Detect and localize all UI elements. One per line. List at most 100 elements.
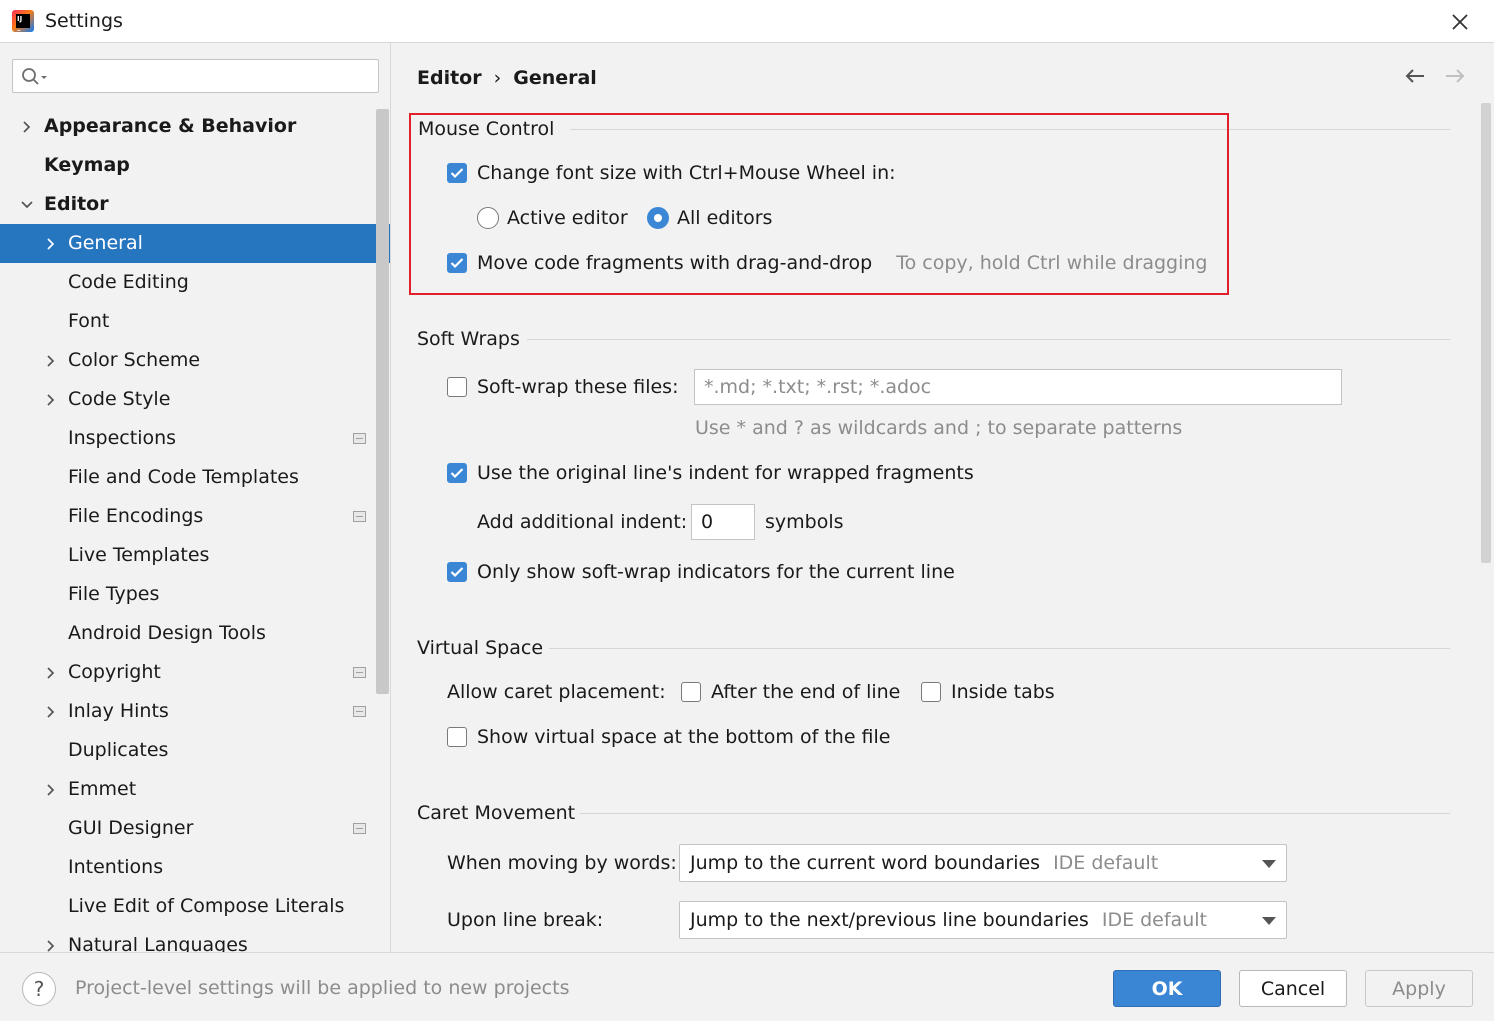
sidebar-item-label: Inlay Hints [68,700,169,722]
search-input[interactable] [12,59,379,93]
cancel-button[interactable]: Cancel [1239,970,1347,1007]
sidebar-item-label: Code Style [68,388,171,410]
wildcards-hint: Use * and ? as wildcards and ; to separa… [695,417,1183,439]
sidebar-item-code-style[interactable]: Code Style [0,380,390,419]
chevron-right-icon[interactable] [44,666,58,680]
sidebar-item-font[interactable]: Font [0,302,390,341]
sidebar-item-code-editing[interactable]: Code Editing [0,263,390,302]
settings-window: IJ _ Settings Appearance & Behavior Keymap… [0,0,1494,1021]
chevron-down-icon [1262,917,1276,925]
sidebar-item-natural-languages[interactable]: Natural Languages [0,926,390,952]
apply-button[interactable]: Apply [1365,970,1473,1007]
sidebar-item-keymap[interactable]: Keymap [0,146,390,185]
original-indent-label: Use the original line's indent for wrapp… [477,462,974,484]
chevron-right-icon[interactable] [44,783,58,797]
section-caret-movement: Caret Movement [417,802,576,824]
soft-wrap-indicators-checkbox[interactable] [447,562,467,582]
highlight-box [409,113,1229,295]
soft-wrap-indicators-option[interactable]: Only show soft-wrap indicators for the c… [447,561,955,583]
breadcrumb-parent[interactable]: Editor [417,67,482,89]
sidebar-item-intentions[interactable]: Intentions [0,848,390,887]
chevron-right-icon[interactable] [44,705,58,719]
moving-by-words-hint: IDE default [1053,852,1159,874]
line-break-value: Jump to the next/previous line boundarie… [690,909,1089,931]
chevron-right-icon[interactable] [44,237,58,251]
chevron-right-icon[interactable] [44,354,58,368]
project-scope-icon [353,823,366,834]
sidebar-item-general[interactable]: General [0,224,390,263]
help-button[interactable]: ? [22,972,56,1006]
inside-tabs-option[interactable]: Inside tabs [921,681,1055,703]
sidebar-item-inlay-hints[interactable]: Inlay Hints [0,692,390,731]
sidebar-item-duplicates[interactable]: Duplicates [0,731,390,770]
chevron-down-icon[interactable] [20,198,34,212]
after-end-option[interactable]: After the end of line [681,681,900,703]
virtual-space-bottom-option[interactable]: Show virtual space at the bottom of the … [447,726,891,748]
sidebar-item-label: Editor [44,193,109,215]
after-end-checkbox[interactable] [681,682,701,702]
sidebar-item-label: Inspections [68,427,177,449]
line-break-dropdown[interactable]: Jump to the next/previous line boundarie… [679,901,1287,939]
original-indent-checkbox[interactable] [447,463,467,483]
close-button[interactable] [1443,6,1477,38]
chevron-right-icon[interactable] [20,120,34,134]
sidebar-item-file-encodings[interactable]: File Encodings [0,497,390,536]
sidebar-item-label: Live Edit of Compose Literals [68,895,345,917]
line-break-hint: IDE default [1101,909,1207,931]
section-divider [549,648,1450,649]
arrow-left-icon [1405,69,1424,83]
check-icon [450,468,464,479]
caret-placement-label: Allow caret placement: [447,681,666,703]
content-scrollbar[interactable] [1481,103,1491,563]
sidebar-item-label: Emmet [68,778,137,800]
sidebar-item-android-design-tools[interactable]: Android Design Tools [0,614,390,653]
sidebar-item-label: GUI Designer [68,817,194,839]
additional-indent-label: Add additional indent: [477,511,688,533]
sidebar-item-live-templates[interactable]: Live Templates [0,536,390,575]
project-level-note: Project-level settings will be applied t… [75,977,570,999]
sidebar-item-editor[interactable]: Editor [0,185,390,224]
soft-wrap-files-checkbox[interactable] [447,377,467,397]
sidebar-item-file-and-code-templates[interactable]: File and Code Templates [0,458,390,497]
moving-by-words-dropdown[interactable]: Jump to the current word boundaries IDE … [679,844,1287,882]
sidebar-item-label: Intentions [68,856,164,878]
section-divider [527,339,1450,340]
back-button[interactable] [1404,67,1426,85]
sidebar-item-label: General [68,232,143,254]
sidebar-item-gui-designer[interactable]: GUI Designer [0,809,390,848]
sidebar-item-label: Natural Languages [68,934,248,952]
chevron-right-icon[interactable] [44,939,58,952]
check-icon [450,567,464,578]
sidebar-item-file-types[interactable]: File Types [0,575,390,614]
original-indent-option[interactable]: Use the original line's indent for wrapp… [447,462,974,484]
breadcrumb-separator: › [493,67,502,89]
chevron-right-icon[interactable] [44,393,58,407]
sidebar-item-copyright[interactable]: Copyright [0,653,390,692]
sidebar-item-label: Font [68,310,110,332]
soft-wrap-files-label: Soft-wrap these files: [477,376,679,398]
sidebar-item-live-edit-of-compose-literals[interactable]: Live Edit of Compose Literals [0,887,390,926]
sidebar-item-emmet[interactable]: Emmet [0,770,390,809]
soft-wrap-files-option[interactable]: Soft-wrap these files: [447,376,679,398]
project-scope-icon [353,667,366,678]
ok-button[interactable]: OK [1113,970,1221,1007]
forward-button[interactable] [1444,67,1466,85]
sidebar-item-label: Copyright [68,661,161,683]
soft-wrap-patterns-field[interactable]: *.md; *.txt; *.rst; *.adoc [694,369,1342,405]
title-bar: IJ _ Settings [0,0,1494,43]
virtual-space-bottom-checkbox[interactable] [447,727,467,747]
sidebar-item-label: File Encodings [68,505,204,527]
additional-indent-field[interactable]: 0 [691,504,755,540]
sidebar-item-color-scheme[interactable]: Color Scheme [0,341,390,380]
section-virtual-space: Virtual Space [417,637,544,659]
moving-by-words-value: Jump to the current word boundaries [690,852,1041,874]
sidebar-item-label: Live Templates [68,544,210,566]
settings-sidebar: Appearance & Behavior Keymap Editor General… [0,43,391,952]
sidebar-item-label: File and Code Templates [68,466,299,488]
sidebar-scrollbar[interactable] [376,109,389,694]
sidebar-item-appearance-behavior[interactable]: Appearance & Behavior [0,107,390,146]
settings-content: Editor › General Mouse Control Change font… [392,43,1494,952]
soft-wrap-indicators-label: Only show soft-wrap indicators for the c… [477,561,955,583]
inside-tabs-checkbox[interactable] [921,682,941,702]
sidebar-item-inspections[interactable]: Inspections [0,419,390,458]
